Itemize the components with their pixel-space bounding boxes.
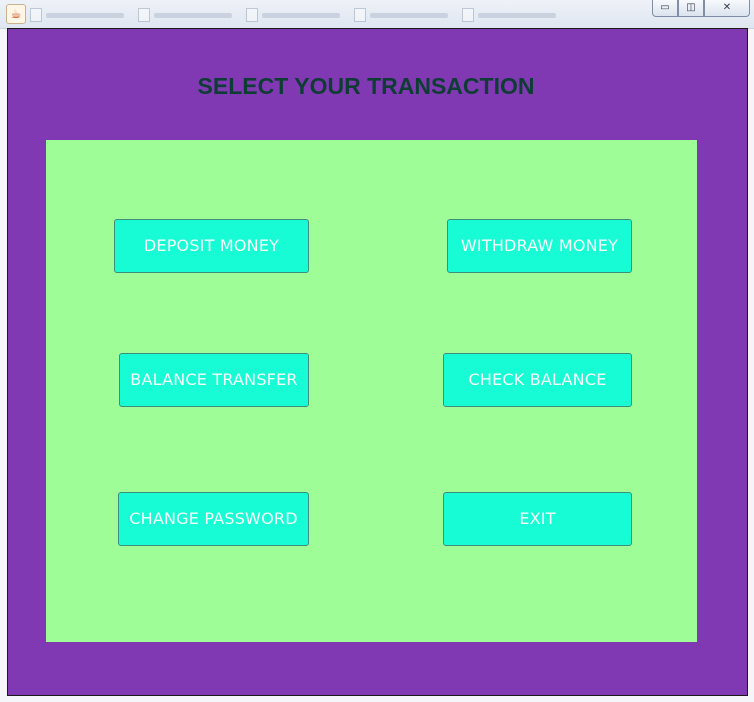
background-tab [138, 8, 232, 22]
change-password-button[interactable]: CHANGE PASSWORD [118, 492, 309, 546]
background-tab [354, 8, 448, 22]
background-taskbar-tabs [30, 8, 556, 22]
deposit-money-button[interactable]: DEPOSIT MONEY [114, 219, 309, 273]
application-window: ☕ ▭ ◫ ✕ SELECT YOUR TRANSACTION DEPOSIT … [0, 0, 754, 702]
maximize-button[interactable]: ◫ [678, 0, 704, 17]
exit-button[interactable]: EXIT [443, 492, 632, 546]
transaction-frame: SELECT YOUR TRANSACTION DEPOSIT MONEY WI… [7, 28, 748, 696]
close-button[interactable]: ✕ [704, 0, 750, 17]
balance-transfer-button[interactable]: BALANCE TRANSFER [119, 353, 309, 407]
withdraw-money-button[interactable]: WITHDRAW MONEY [447, 219, 632, 273]
page-title: SELECT YOUR TRANSACTION [197, 73, 535, 99]
background-tab [246, 8, 340, 22]
document-icon [138, 8, 150, 22]
minimize-button[interactable]: ▭ [652, 0, 678, 17]
check-balance-button[interactable]: CHECK BALANCE [443, 353, 632, 407]
document-icon [462, 8, 474, 22]
window-controls: ▭ ◫ ✕ [652, 0, 750, 17]
document-icon [30, 8, 42, 22]
document-icon [246, 8, 258, 22]
background-tab [462, 8, 556, 22]
transaction-panel: DEPOSIT MONEY WITHDRAW MONEY BALANCE TRA… [46, 140, 697, 642]
background-tab [30, 8, 124, 22]
title-bar[interactable]: ☕ ▭ ◫ ✕ [0, 0, 754, 29]
java-app-icon[interactable]: ☕ [6, 4, 26, 24]
document-icon [354, 8, 366, 22]
